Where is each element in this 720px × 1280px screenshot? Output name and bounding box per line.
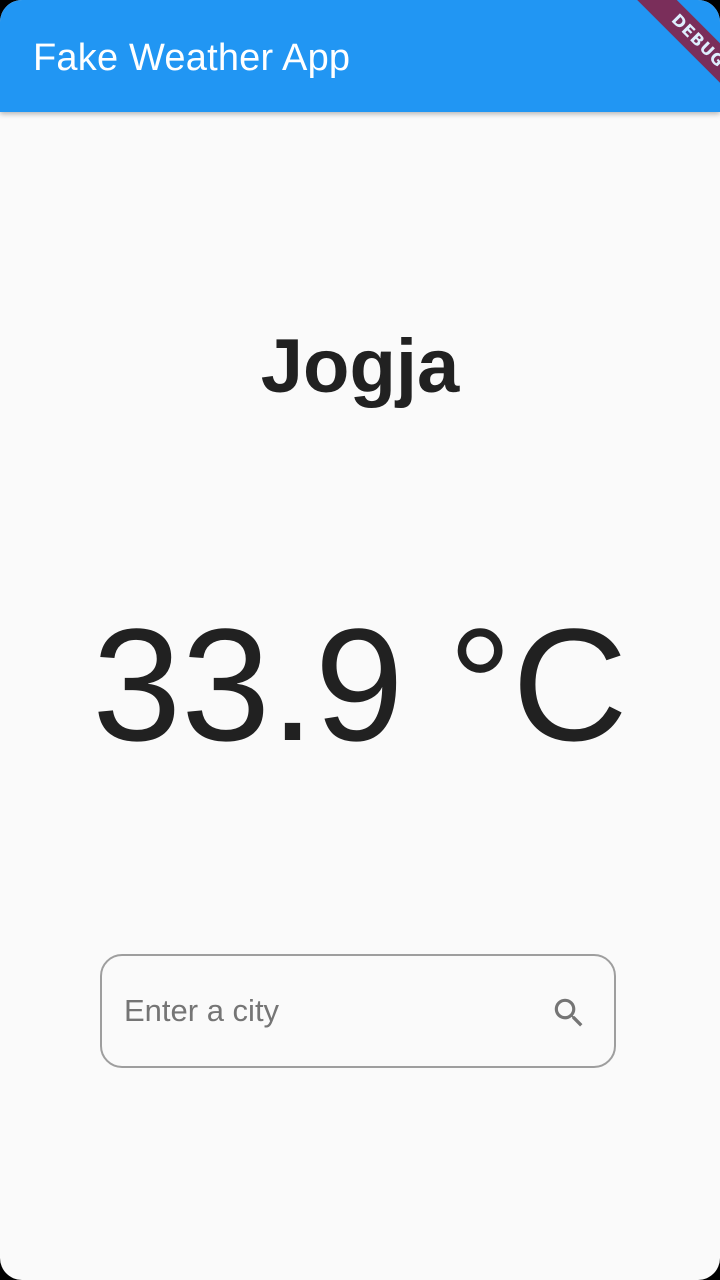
temperature-display: 33.9 °C [92,595,628,774]
city-search-input[interactable] [124,956,524,1066]
debug-banner: DEBUG [600,0,720,120]
city-search-field[interactable] [100,954,616,1068]
city-name: Jogja [260,324,460,409]
debug-ribbon-label: DEBUG [627,0,720,112]
search-icon[interactable] [550,994,588,1032]
app-title: Fake Weather App [33,37,351,79]
app-screen: Fake Weather App DEBUG Jogja 33.9 °C [0,0,720,1280]
